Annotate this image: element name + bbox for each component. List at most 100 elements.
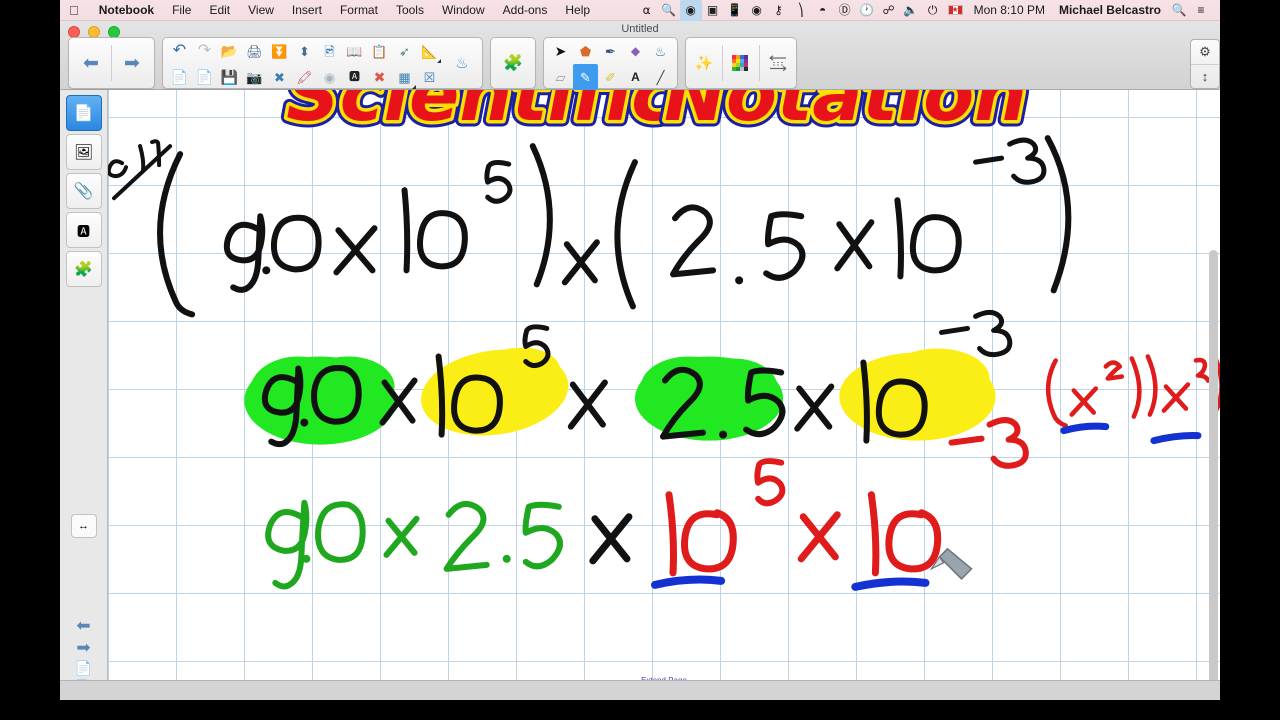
sidebar-tab-properties[interactable]: 🅰: [65, 212, 102, 248]
block-eraser-tool-button[interactable]: ▱: [548, 64, 573, 90]
undo-button[interactable]: ↶: [167, 38, 192, 64]
close-x-button[interactable]: ☒: [417, 64, 442, 90]
sidebar-tab-gallery[interactable]: 🖼: [65, 134, 102, 170]
insert-image-button[interactable]: 📷: [242, 64, 267, 90]
menu-tools[interactable]: Tools: [387, 0, 433, 21]
page-height-button[interactable]: ⬍: [292, 38, 317, 64]
sidebar-expand-button[interactable]: ↔: [70, 514, 97, 538]
text-align-button[interactable]: 🅰: [342, 64, 367, 90]
accessibility-icon[interactable]: Ⓓ: [834, 0, 856, 21]
work-area: 📄 🖼 📎 🅰 🧩 ↔ ⬅ ➡ 📄 📄 Scie: [60, 90, 1220, 700]
notebook-page-grid: [108, 90, 1220, 700]
clock-history-icon[interactable]: 🕐: [856, 0, 878, 21]
pen-tool-button[interactable]: ✒: [598, 38, 623, 64]
canvas-area[interactable]: Scientific Scientific Scientific Notatio…: [108, 90, 1220, 700]
airplay-audio-icon[interactable]: ⚷: [768, 0, 790, 21]
shape-pen-button[interactable]: ➶: [392, 38, 417, 64]
macos-menu-bar:  Notebook File Edit View Insert Format …: [60, 0, 1220, 21]
screen-capture-button[interactable]: 🖻: [317, 38, 342, 64]
canvas-vertical-scrollbar[interactable]: [1209, 250, 1218, 690]
text-tool-button[interactable]: A: [623, 64, 648, 90]
sidebar-tab-add-ons[interactable]: 🧩: [65, 251, 102, 287]
menu-view[interactable]: View: [239, 0, 283, 21]
main-toolbar: ⬅ ➡ ↶ 📄 ↷ 📄 📂 💾 🖨 📷 ⏬ ✖ ⬍ 🖍 🖻 ◉ 📖 🅰 📋 ✖ …: [68, 37, 1212, 90]
toolbar-settings-gear-button[interactable]: ⚙: [1191, 40, 1219, 64]
smart-notebook-window: Untitled ⬅ ➡ ↶ 📄 ↷ 📄 📂 💾 🖨 📷 ⏬ ✖ ⬍ 🖍 🖻 ◉…: [60, 21, 1220, 700]
open-file-button[interactable]: 📂: [217, 38, 242, 64]
device-sync-icon[interactable]: 📱: [724, 0, 746, 21]
shapes-tool-button[interactable]: ⬟: [573, 38, 598, 64]
select-tool-button[interactable]: ➤: [548, 38, 573, 64]
search-icon[interactable]: 🔍: [1168, 0, 1190, 21]
properties-icon: 🅰: [76, 223, 90, 239]
highlighter-tool-button[interactable]: ✐: [598, 64, 623, 90]
wifi-icon[interactable]: ◓: [812, 0, 834, 21]
gallery-icon: 🖼: [73, 144, 94, 161]
menu-edit[interactable]: Edit: [200, 0, 239, 21]
screen-root:  Notebook File Edit View Insert Format …: [0, 0, 1280, 720]
notification-center-icon[interactable]: ≡: [1190, 0, 1212, 21]
menu-help[interactable]: Help: [556, 0, 599, 21]
do-not-disturb-icon[interactable]: ⍺: [636, 0, 658, 21]
toolbar-tools-grid: ➤ ▱ ⬟ ✎ ✒ ✐ ◆ A ♨ ╱: [546, 38, 675, 90]
airplay-display-icon[interactable]: ⎞: [790, 0, 812, 21]
measurement-tools-button[interactable]: 📐: [417, 38, 442, 64]
bluetooth-icon[interactable]: ☍: [878, 0, 900, 21]
menu-window[interactable]: Window: [433, 0, 494, 21]
eraser-tool-button[interactable]: ◆: [623, 38, 648, 64]
paste-button[interactable]: 📋: [367, 38, 392, 64]
fill-color-button[interactable]: ♨: [444, 38, 480, 88]
menu-bar-user-name[interactable]: Michael Belcastro: [1052, 0, 1168, 21]
redo-button[interactable]: ↷: [192, 38, 217, 64]
toolbar-move-button[interactable]: ↕: [1191, 64, 1219, 88]
screen-recording-icon[interactable]: ◉: [679, 0, 702, 21]
screen-shade-button[interactable]: ⏬: [267, 38, 292, 64]
spotlight-button[interactable]: ◉: [317, 64, 342, 90]
fill-tool-button[interactable]: ♨: [648, 38, 673, 64]
sidebar-tab-page-sorter[interactable]: 📄: [65, 95, 102, 131]
sidebar-previous-button[interactable]: ⬅: [76, 617, 90, 634]
time-machine-icon[interactable]: ◉: [746, 0, 768, 21]
line-tool-button[interactable]: ╱: [648, 64, 673, 90]
menu-insert[interactable]: Insert: [283, 0, 331, 21]
insert-table-button[interactable]: ▦: [392, 64, 417, 90]
sidebar-tab-attachments[interactable]: 📎: [65, 173, 102, 209]
clear-ink-button[interactable]: ✖: [267, 64, 292, 90]
battery-icon[interactable]: ⏻: [922, 0, 944, 21]
pens-tool-button[interactable]: ✎: [573, 64, 598, 90]
color-markers-button[interactable]: 🖍: [292, 64, 317, 90]
menu-notebook[interactable]: Notebook: [90, 0, 163, 21]
menu-format[interactable]: Format: [331, 0, 387, 21]
magic-pen-button[interactable]: ✨: [686, 38, 722, 88]
color-palette-button[interactable]: [723, 38, 759, 88]
next-page-button[interactable]: ➡: [112, 38, 152, 88]
apple-icon[interactable]: : [60, 4, 90, 17]
volume-icon[interactable]: 🔈: [900, 0, 922, 21]
spotlight-dark-icon[interactable]: 🔍: [658, 0, 680, 21]
dropdown-corner-icon[interactable]: [437, 59, 441, 63]
insert-printer-button[interactable]: 🖨: [242, 38, 267, 64]
display-icon[interactable]: ▣: [702, 0, 724, 21]
side-tab-bar: 📄 🖼 📎 🅰 🧩 ↔ ⬅ ➡ 📄 📄: [60, 90, 108, 700]
palette-icon: [732, 55, 748, 71]
canada-flag-icon[interactable]: ★: [947, 5, 963, 15]
puzzle-icon: 🧩: [74, 261, 93, 278]
dropdown-corner-icon[interactable]: [412, 85, 416, 89]
toolbar-group-navigation: ⬅ ➡: [68, 37, 155, 89]
sidebar-next-button[interactable]: ➡: [76, 639, 90, 656]
delete-page-button[interactable]: 📄: [192, 64, 217, 90]
sidebar-add-page-button[interactable]: 📄: [75, 661, 92, 675]
add-ons-button[interactable]: 🧩: [495, 38, 531, 88]
toolbar-right-controls: ⚙ ↕: [1190, 39, 1220, 89]
line-properties-button[interactable]: [760, 38, 796, 88]
add-page-button[interactable]: 📄: [167, 64, 192, 90]
menu-bar-clock[interactable]: Mon 8:10 PM: [967, 0, 1052, 21]
save-button[interactable]: 💾: [217, 64, 242, 90]
toolbar-group-tools: ➤ ▱ ⬟ ✎ ✒ ✐ ◆ A ♨ ╱: [543, 37, 678, 90]
previous-page-button[interactable]: ⬅: [71, 38, 111, 88]
menu-file[interactable]: File: [163, 0, 200, 21]
window-bottom-bar: [60, 680, 1220, 700]
dual-page-button[interactable]: 📖: [342, 38, 367, 64]
clear-page-button[interactable]: ✖: [367, 64, 392, 90]
menu-add-ons[interactable]: Add-ons: [494, 0, 557, 21]
